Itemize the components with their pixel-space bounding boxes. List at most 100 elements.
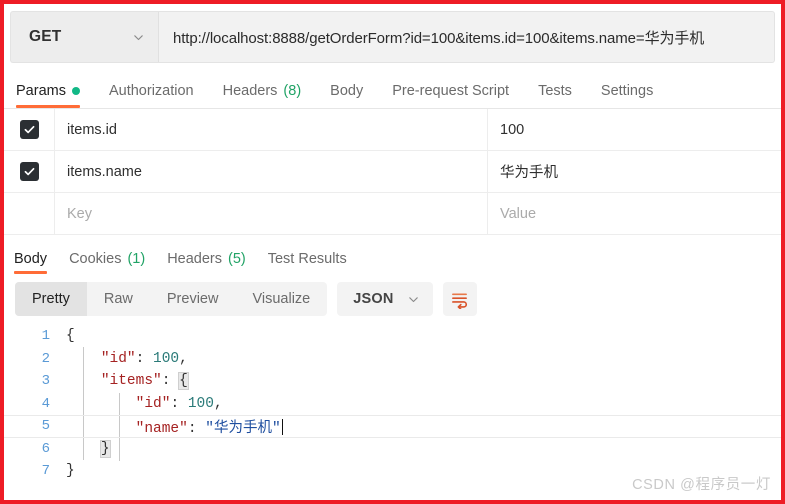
view-mode-preview[interactable]: Preview <box>150 282 236 316</box>
code-token-punc: : <box>135 350 154 367</box>
tab-pre-request-script-label: Pre-request Script <box>392 83 510 99</box>
code-line-text: } <box>64 439 111 458</box>
tab-response-body-label: Body <box>14 251 48 267</box>
tab-tests[interactable]: Tests <box>538 83 572 108</box>
line-number: 1 <box>41 328 50 345</box>
code-token-num: 100 <box>153 350 180 367</box>
tab-response-cookies-label: Cookies <box>69 251 122 267</box>
param-value-input[interactable]: 100 <box>488 109 781 150</box>
param-key-text: items.id <box>67 121 117 138</box>
wrap-text-button[interactable] <box>442 282 477 316</box>
param-value-text: 100 <box>500 121 525 138</box>
line-number: 2 <box>41 350 50 367</box>
http-method-select[interactable]: GET <box>10 11 158 63</box>
param-key-text: items.name <box>67 163 142 180</box>
csdn-watermark: CSDN @程序员一灯 <box>632 477 771 493</box>
code-token-punc: } <box>66 463 75 480</box>
view-mode-raw-label: Raw <box>103 291 133 307</box>
tab-response-cookies-count: (1) <box>127 251 146 267</box>
tab-response-body[interactable]: Body <box>14 251 48 274</box>
request-url-input[interactable]: http://localhost:8888/getOrderForm?id=10… <box>158 11 775 63</box>
code-line: 4 "id": 100, <box>4 393 781 416</box>
code-token-punc: , <box>179 350 188 367</box>
param-key-input-empty[interactable]: Key <box>55 193 488 234</box>
request-url-bar: GET http://localhost:8888/getOrderForm?i… <box>10 11 775 63</box>
code-token-brace: } <box>99 439 111 458</box>
response-tab-bar: Body Cookies (1) Headers (5) Test Result… <box>4 240 781 274</box>
response-body-code-viewer[interactable]: 1{2 "id": 100, 3 "items": {4 "id": 100, 5 … <box>4 325 781 485</box>
code-line-text: "name": "华为手机" <box>64 416 284 437</box>
tab-settings[interactable]: Settings <box>601 83 653 108</box>
chevron-down-icon <box>132 31 145 44</box>
param-key-input[interactable]: items.name <box>55 151 488 192</box>
code-line-text: "id": 100, <box>64 396 223 412</box>
code-token-key: "id" <box>135 395 171 412</box>
code-line: 5 "name": "华为手机" <box>4 415 781 438</box>
tab-headers[interactable]: Headers (8) <box>223 83 302 108</box>
tab-response-headers[interactable]: Headers (5) <box>167 251 246 274</box>
chevron-down-icon <box>407 293 420 306</box>
code-lines: 1{2 "id": 100, 3 "items": {4 "id": 100, 5 … <box>4 325 781 483</box>
checkbox-checked-icon <box>19 162 39 181</box>
tab-settings-label: Settings <box>600 83 654 99</box>
view-mode-raw[interactable]: Raw <box>87 282 150 316</box>
response-format-label: JSON <box>353 291 394 307</box>
code-token-key: "items" <box>100 373 162 390</box>
code-line: 2 "id": 100, <box>4 348 781 371</box>
tab-tests-label: Tests <box>538 83 572 99</box>
view-mode-visualize[interactable]: Visualize <box>235 282 327 316</box>
http-method-label: GET <box>29 28 62 45</box>
param-enabled-checkbox[interactable] <box>4 109 55 150</box>
tab-test-results[interactable]: Test Results <box>268 251 347 274</box>
view-mode-pretty[interactable]: Pretty <box>15 282 87 316</box>
line-number: 5 <box>41 418 50 435</box>
tab-authorization[interactable]: Authorization <box>109 83 194 108</box>
tab-headers-label: Headers <box>222 83 278 99</box>
param-value-text: 华为手机 <box>500 165 558 181</box>
line-number: 6 <box>41 440 50 457</box>
tab-body[interactable]: Body <box>330 83 363 108</box>
param-value-input[interactable]: 华为手机 <box>488 151 781 192</box>
tab-response-headers-label: Headers <box>167 251 222 267</box>
code-token-punc: : <box>187 420 206 437</box>
wrap-text-icon <box>450 290 469 309</box>
line-number: 3 <box>41 373 50 390</box>
tab-response-headers-count: (5) <box>228 251 246 267</box>
code-token-punc: : <box>161 373 180 390</box>
param-key-input[interactable]: items.id <box>55 109 488 150</box>
query-params-table: items.id 100 items.name 华为手机 Key Value <box>4 108 781 235</box>
line-number: 4 <box>41 395 50 412</box>
tab-response-cookies[interactable]: Cookies (1) <box>69 251 145 274</box>
code-token-punc: { <box>66 328 75 345</box>
code-line: 6 } <box>4 438 781 461</box>
code-line-text: } <box>64 463 75 479</box>
text-cursor <box>281 418 284 435</box>
param-enabled-checkbox-empty[interactable] <box>4 193 55 234</box>
tab-params[interactable]: Params <box>16 83 80 108</box>
code-token-punc: , <box>213 395 223 412</box>
tab-test-results-label: Test Results <box>267 251 347 267</box>
param-value-input-empty[interactable]: Value <box>488 193 781 234</box>
tab-pre-request-script[interactable]: Pre-request Script <box>392 83 509 108</box>
tab-authorization-label: Authorization <box>108 83 194 99</box>
code-line-text: "items": { <box>64 372 189 391</box>
view-mode-visualize-label: Visualize <box>252 291 311 307</box>
code-line: 3 "items": { <box>4 370 781 393</box>
code-token-brace: { <box>178 372 189 391</box>
view-mode-group: Pretty Raw Preview Visualize <box>15 282 328 316</box>
code-token-key: "id" <box>100 350 136 367</box>
postman-window: GET http://localhost:8888/getOrderForm?i… <box>4 4 781 500</box>
code-line-text: "id": 100, <box>64 351 188 367</box>
code-line-text: { <box>64 328 75 344</box>
tab-body-label: Body <box>330 83 364 99</box>
params-active-dot-icon <box>71 87 80 95</box>
param-value-placeholder: Value <box>500 205 537 222</box>
param-key-placeholder: Key <box>67 205 92 222</box>
code-token-str: "华为手机" <box>205 420 281 437</box>
view-mode-preview-label: Preview <box>166 291 219 307</box>
response-format-select[interactable]: JSON <box>337 282 433 316</box>
line-number: 7 <box>41 463 50 480</box>
checkbox-checked-icon <box>19 120 39 139</box>
table-row: items.name 华为手机 <box>4 151 781 193</box>
param-enabled-checkbox[interactable] <box>4 151 55 192</box>
